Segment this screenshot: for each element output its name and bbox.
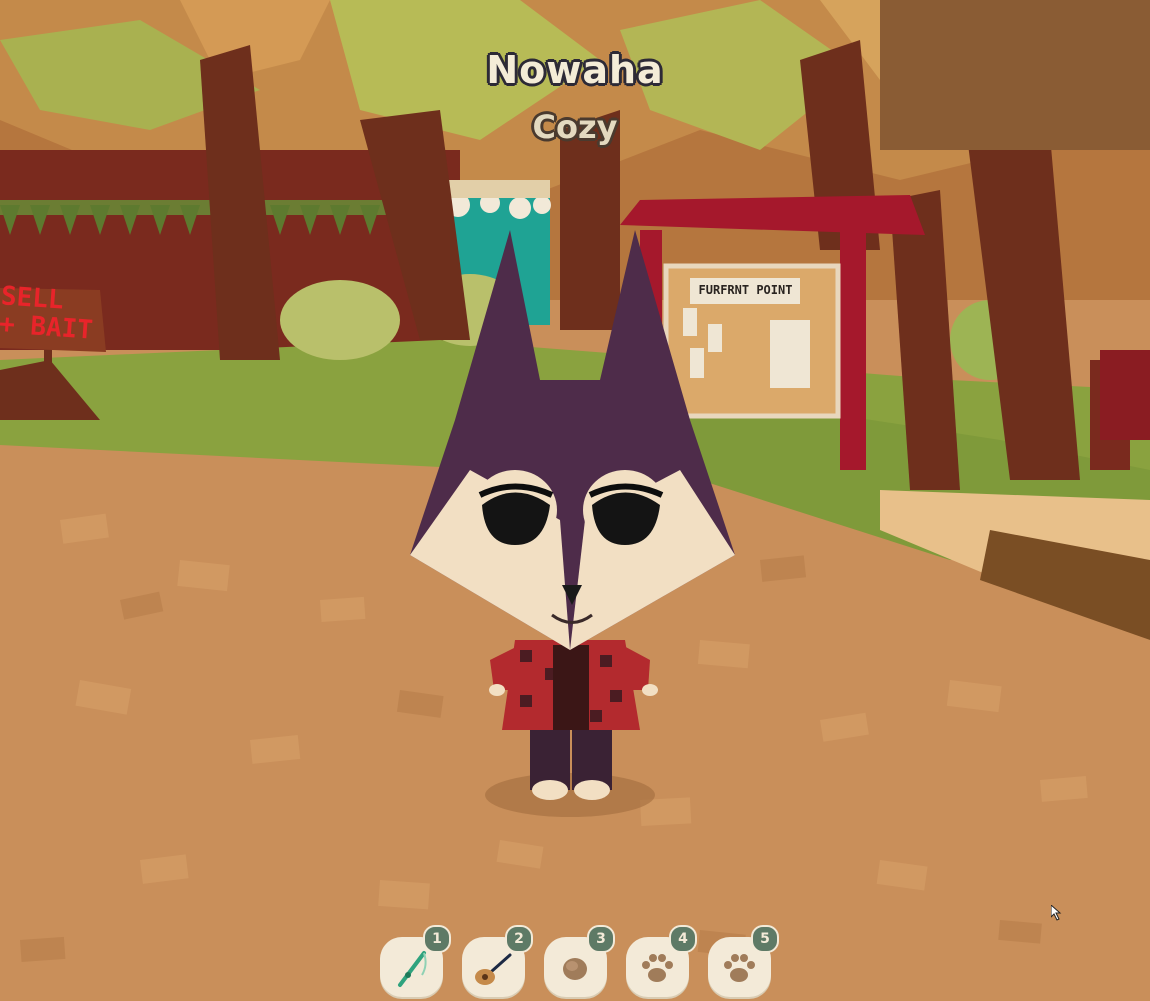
notice-board-title: FURFRNT POINT <box>698 283 793 297</box>
sell-bait-sign-text: SELL + BAIT <box>0 281 94 346</box>
stone-icon <box>563 958 587 980</box>
mouse-cursor-icon <box>1051 905 1062 921</box>
player-title-label: Cozy <box>532 108 618 146</box>
paw-print-icon <box>642 954 673 982</box>
player-name-label: Nowaha <box>486 48 664 92</box>
fishing-rod-icon <box>398 951 427 987</box>
hotbar-slot-3[interactable]: 3 <box>544 925 615 997</box>
hotbar-slot-1[interactable]: 1 <box>380 925 451 997</box>
ukulele-icon <box>475 953 512 985</box>
hotbar-slot-4[interactable]: 4 <box>626 925 697 997</box>
hotbar-slot-5[interactable]: 5 <box>708 925 779 997</box>
hotbar: 1 2 3 4 5 <box>378 925 779 1001</box>
bench <box>1100 350 1150 440</box>
hotbar-slot-2[interactable]: 2 <box>462 925 533 997</box>
paw-print-icon <box>724 954 755 982</box>
game-world-scene[interactable] <box>0 0 1150 1001</box>
